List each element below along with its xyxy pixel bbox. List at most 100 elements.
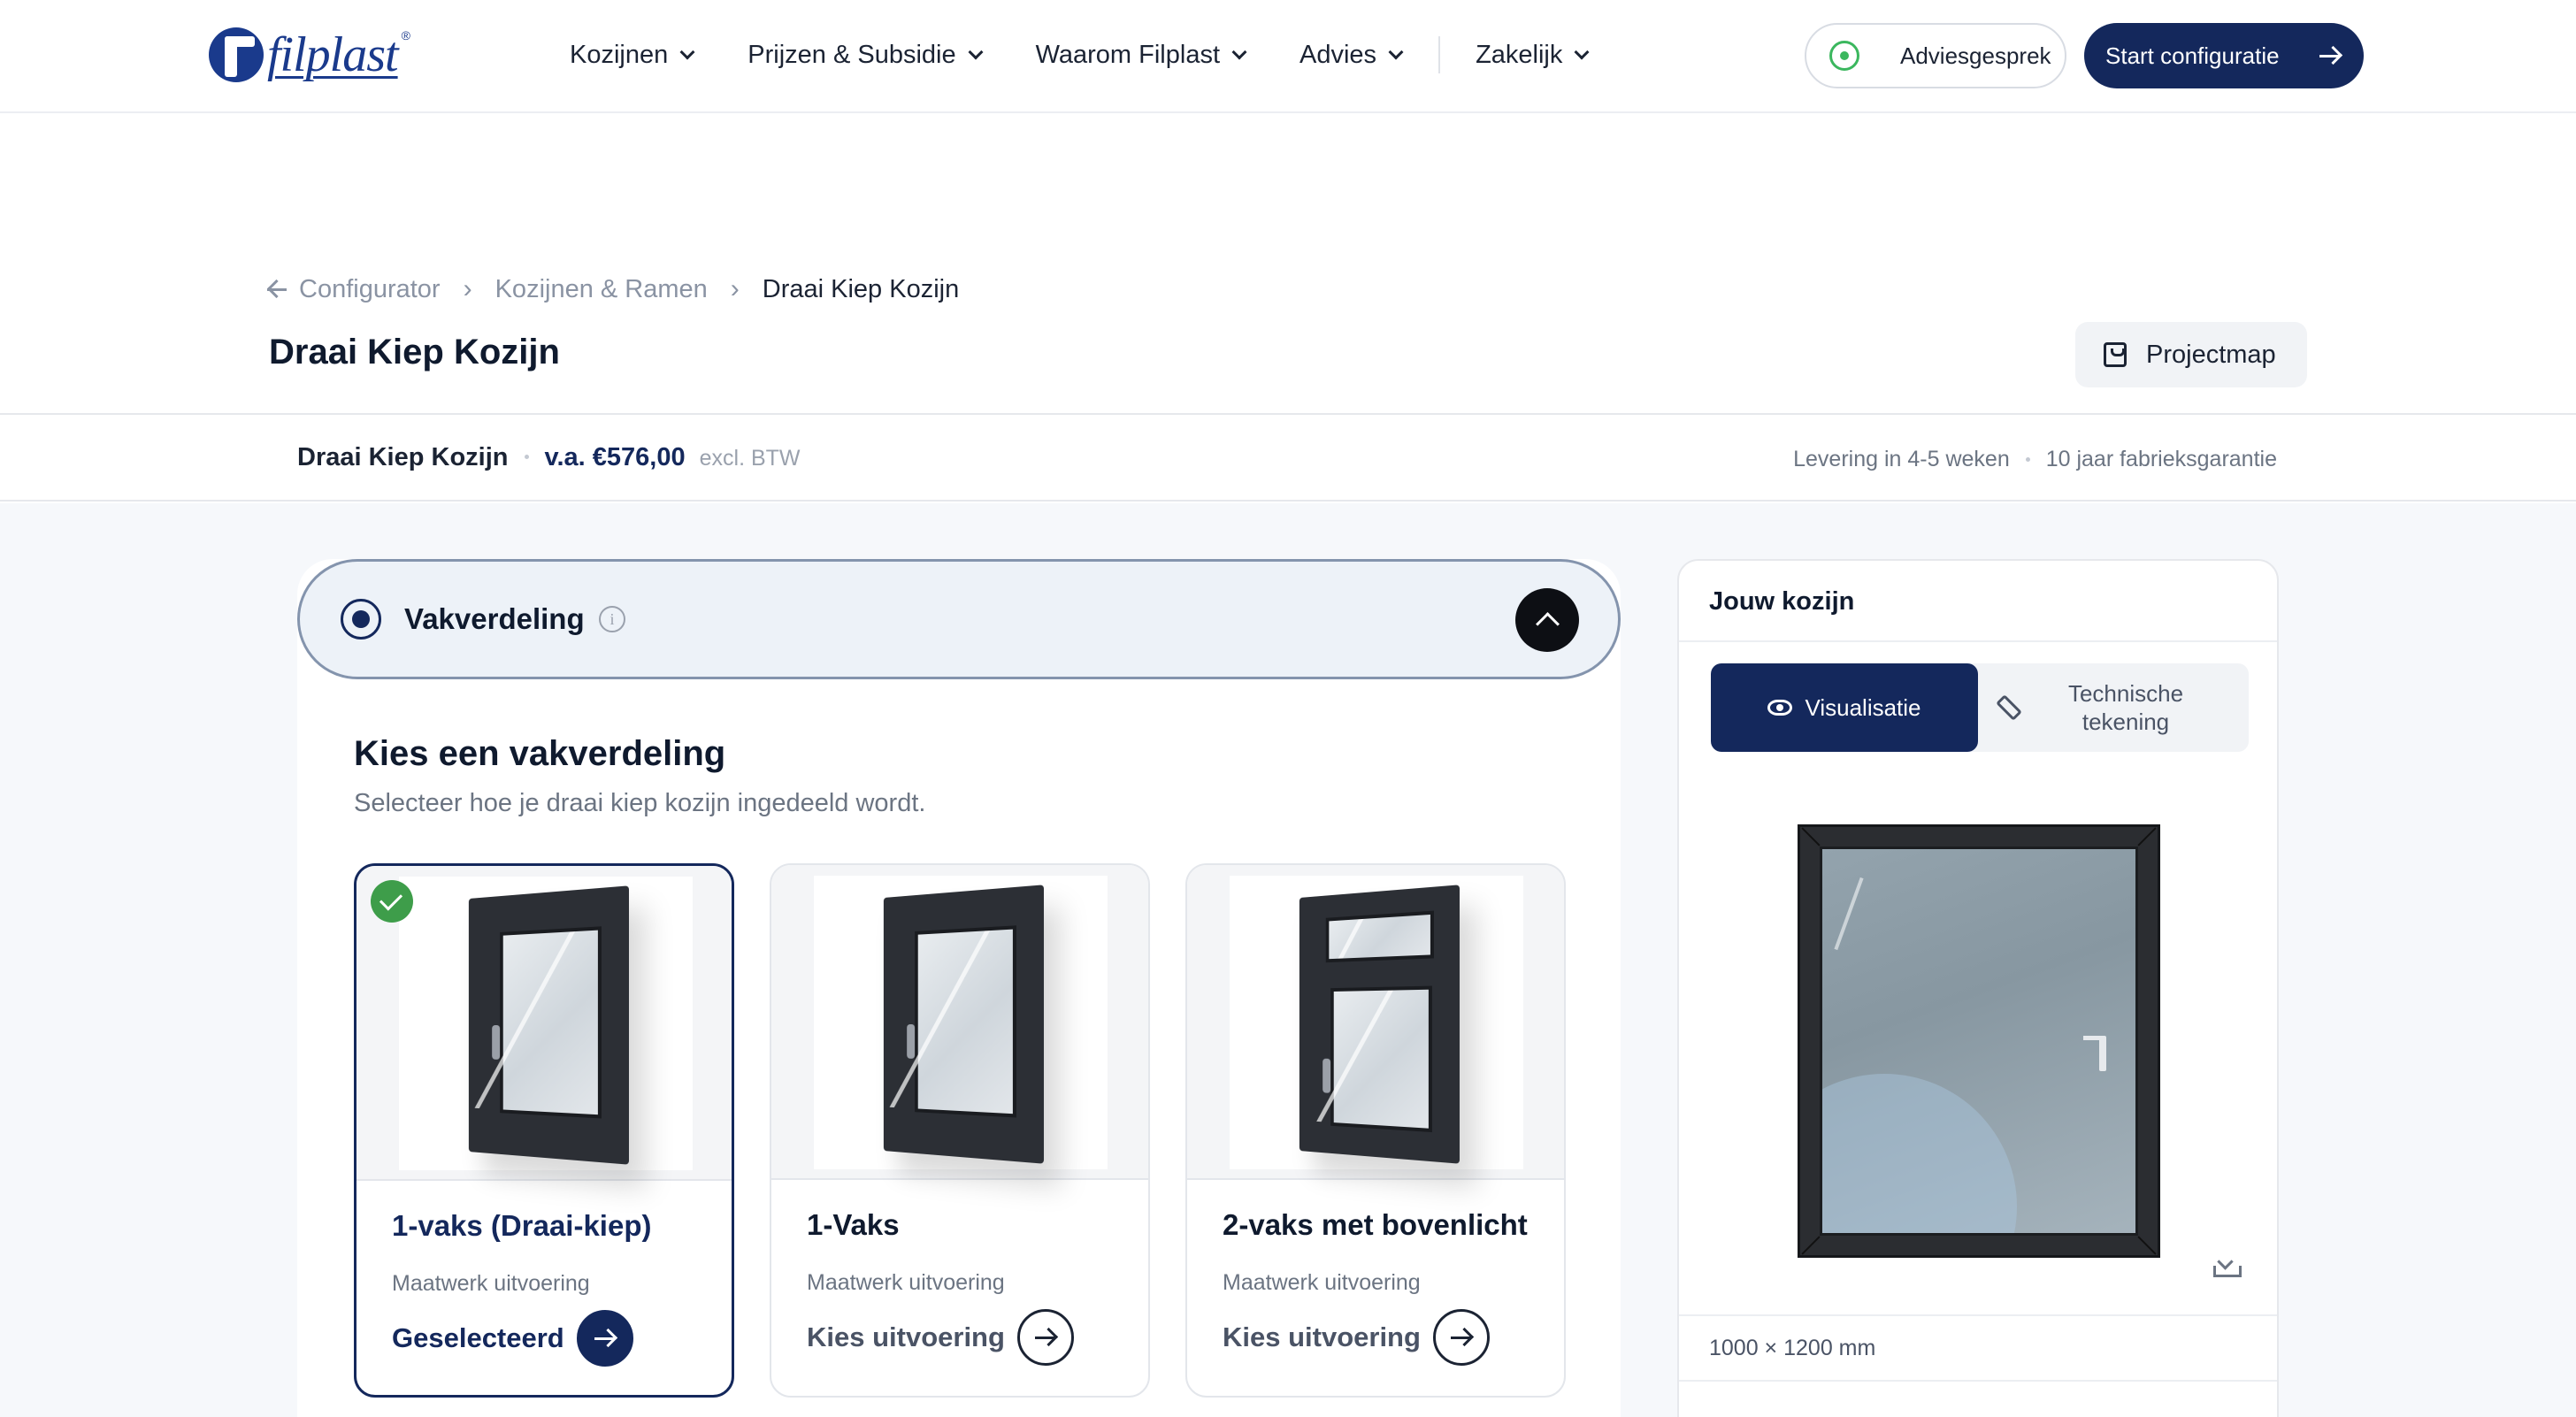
adviesgesprek-label: Adviesgesprek — [1900, 42, 2051, 69]
tab-technische-tekening[interactable]: Technische tekening — [1978, 663, 2249, 752]
kozijn-glass — [1820, 846, 2138, 1236]
preview-divider — [1679, 1380, 2277, 1382]
summary-delivery-info: Levering in 4-5 weken 10 jaar fabrieksga… — [1793, 447, 2277, 472]
projectmap-label: Projectmap — [2146, 340, 2276, 369]
start-configuratie-button[interactable]: Start configuratie — [2084, 23, 2364, 88]
menu-item-kozijnen[interactable]: Kozijnen — [570, 40, 695, 70]
option-card-1-vaks-draai-kiep[interactable]: 1-vaks (Draai-kiep) Maatwerk uitvoering … — [354, 863, 734, 1398]
window-glass — [915, 925, 1016, 1118]
option-image — [814, 876, 1108, 1169]
option-cta[interactable]: Geselecteerd — [392, 1310, 633, 1367]
menu-item-waarom-filplast[interactable]: Waarom Filplast — [1035, 40, 1247, 70]
preview-dimensions: 1000 × 1200 mm — [1709, 1336, 1876, 1360]
top-navigation: filplast ® Kozijnen Prijzen & Subsidie W… — [0, 0, 2576, 113]
arrow-right-icon — [1034, 1328, 1056, 1347]
window-render-image — [883, 885, 1044, 1164]
option-image — [399, 877, 693, 1170]
option-description: Maatwerk uitvoering — [1223, 1270, 1421, 1295]
section-title: Kies een vakverdeling — [354, 734, 726, 773]
window-render-image — [468, 885, 629, 1165]
option-card-2-vaks-bovenlicht[interactable]: 2-vaks met bovenlicht Maatwerk uitvoerin… — [1185, 863, 1566, 1398]
preview-divider — [1679, 640, 2277, 642]
menu-item-prijzen-subsidie[interactable]: Prijzen & Subsidie — [748, 40, 984, 70]
option-image-area — [771, 865, 1148, 1180]
option-description: Maatwerk uitvoering — [807, 1270, 1005, 1295]
menu-item-label: Waarom Filplast — [1035, 40, 1221, 69]
arrow-right-icon — [2319, 46, 2341, 65]
menu-divider — [1438, 36, 1441, 73]
window-render-image — [1299, 885, 1460, 1164]
arrow-circle-button[interactable] — [1016, 1309, 1074, 1366]
tab-visualisatie[interactable]: Visualisatie — [1711, 663, 1978, 752]
logo-text: filplast — [267, 27, 399, 82]
section-subtitle: Selecteer hoe je draai kiep kozijn inged… — [354, 789, 926, 817]
option-cta-label: Geselecteerd — [392, 1322, 564, 1353]
whatsapp-icon — [1829, 41, 1859, 71]
product-summary-bar: Draai Kiep Kozijn v.a. €576,00 excl. BTW… — [0, 415, 2576, 502]
summary-price: v.a. €576,00 — [544, 443, 686, 471]
menu-item-label: Prijzen & Subsidie — [748, 40, 956, 69]
logo-mark-icon — [209, 27, 264, 82]
option-cta-label: Kies uitvoering — [1223, 1321, 1421, 1352]
menu-item-label: Zakelijk — [1476, 40, 1563, 69]
preview-tabs: Visualisatie Technische tekening — [1711, 663, 2249, 752]
window-handle — [1322, 1058, 1331, 1093]
logo-registered-mark: ® — [401, 28, 410, 42]
arrow-circle-button[interactable] — [576, 1310, 633, 1367]
ruler-icon — [1996, 694, 2022, 721]
menu-item-advies[interactable]: Advies — [1300, 41, 1404, 70]
option-cta[interactable]: Kies uitvoering — [807, 1309, 1074, 1366]
filplast-logo[interactable]: filplast ® — [209, 23, 410, 87]
chevron-down-icon — [1574, 44, 1590, 59]
adviesgesprek-button[interactable]: Adviesgesprek — [1805, 23, 2066, 88]
option-description: Maatwerk uitvoering — [392, 1271, 590, 1296]
summary-product-name: Draai Kiep Kozijn — [297, 443, 509, 471]
chevron-down-icon — [968, 44, 984, 59]
summary-delivery: Levering in 4-5 weken — [1793, 447, 2010, 471]
summary-warranty: 10 jaar fabrieksgarantie — [2045, 447, 2277, 471]
window-handle — [492, 1025, 501, 1060]
summary-btw-note: excl. BTW — [699, 446, 801, 471]
window-handle — [907, 1024, 916, 1059]
menu-item-zakelijk[interactable]: Zakelijk — [1476, 40, 1590, 70]
arrow-right-icon — [1450, 1328, 1472, 1347]
shopping-bag-icon — [2104, 342, 2127, 367]
breadcrumb-kozijnen-ramen[interactable]: Kozijnen & Ramen — [495, 275, 708, 304]
chevron-down-icon — [1388, 44, 1404, 59]
start-configuratie-label: Start configuratie — [2105, 42, 2280, 69]
chevron-down-icon — [1231, 44, 1247, 59]
option-cta[interactable]: Kies uitvoering — [1223, 1309, 1490, 1366]
breadcrumb-back-link[interactable]: Configurator — [269, 275, 441, 304]
kozijn-visualisation — [1798, 824, 2160, 1258]
info-icon[interactable]: i — [599, 606, 625, 632]
breadcrumb-separator: › — [730, 274, 740, 303]
step-header-vakverdeling[interactable]: Vakverdeling i — [297, 559, 1621, 679]
kozijn-handle — [2083, 1036, 2106, 1071]
check-icon — [371, 880, 413, 923]
breadcrumb-current: Draai Kiep Kozijn — [762, 274, 960, 303]
breadcrumb-configurator: Configurator — [299, 274, 441, 303]
option-card-1-vaks[interactable]: 1-Vaks Maatwerk uitvoering Kies uitvoeri… — [770, 863, 1150, 1398]
dot-separator — [2025, 457, 2030, 462]
arrow-right-icon — [594, 1329, 616, 1348]
radio-selected-icon — [341, 599, 381, 640]
menu-item-label: Kozijnen — [570, 40, 669, 69]
eye-icon — [1767, 700, 1793, 716]
tab-technische-tekening-label: Technische tekening — [2067, 680, 2184, 735]
arrow-circle-button[interactable] — [1432, 1309, 1490, 1366]
download-icon[interactable] — [2213, 1254, 2242, 1277]
window-glass — [500, 926, 602, 1119]
frame-miter — [2137, 1236, 2157, 1255]
kozijn-preview-panel: Jouw kozijn Visualisatie Technische teke… — [1677, 559, 2279, 1417]
projectmap-button[interactable]: Projectmap — [2075, 322, 2307, 387]
preview-divider — [1679, 1314, 2277, 1316]
preview-title: Jouw kozijn — [1709, 587, 1855, 616]
option-name: 2-vaks met bovenlicht — [1223, 1208, 1528, 1241]
breadcrumb-separator: › — [463, 274, 472, 303]
dot-separator — [524, 455, 529, 459]
collapse-step-button[interactable] — [1515, 588, 1579, 652]
frame-miter — [2137, 827, 2157, 846]
main-menu: Kozijnen Prijzen & Subsidie Waarom Filpl… — [570, 35, 1642, 74]
frame-miter — [1801, 827, 1821, 846]
frame-miter — [1801, 1236, 1821, 1255]
